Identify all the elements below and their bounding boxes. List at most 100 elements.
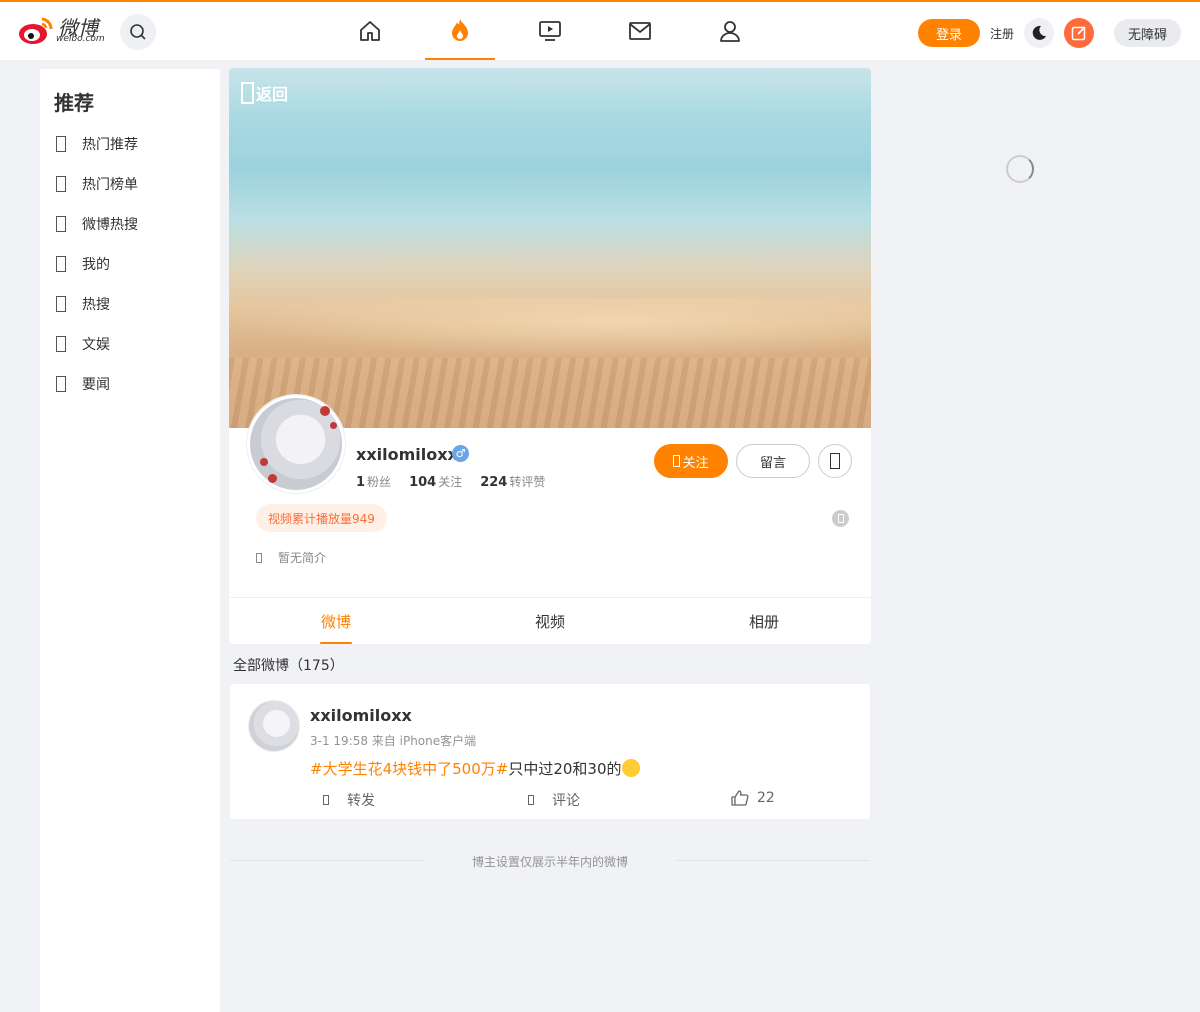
tab-album[interactable]: 相册 [657,598,871,644]
profile-icon [720,21,740,42]
nav-messages[interactable] [605,2,675,60]
news-icon [56,376,66,392]
nav-profile[interactable] [695,2,765,60]
post-username[interactable]: xxilomiloxx [310,706,412,725]
mail-icon [629,22,651,40]
hot-list-icon [56,176,66,192]
following-stat[interactable]: 104 关注 [409,473,462,490]
trending-icon [56,296,66,312]
follow-label: 关注 [682,455,709,471]
avatar-flower [320,406,330,416]
sidebar-item-entertainment[interactable]: 文娱 [54,330,204,358]
post-meta: 3-1 19:58 来自 iPhone客户端 [310,734,477,748]
repost-icon [323,795,329,805]
like-icon [731,790,749,806]
following-label: 关注 [438,475,463,489]
comment-icon [528,795,534,805]
avatar-flower [260,458,268,466]
followers-label: 粉丝 [367,475,392,489]
sidebar-item-label: 热搜 [82,297,110,313]
bio-text: 暂无简介 [278,551,327,565]
nav-home[interactable] [335,2,405,60]
sidebar-item-trending[interactable]: 热搜 [54,290,204,318]
like-count: 22 [757,790,775,806]
home-icon [360,21,380,41]
sidebar-item-hot-search[interactable]: 微博热搜 [54,210,204,238]
profile-tabs: 微博 视频 相册 [229,597,871,644]
video-icon [539,21,561,41]
follow-button[interactable]: 关注 [654,444,728,478]
moon-icon [1032,25,1046,40]
sidebar-item-mine[interactable]: 我的 [54,250,204,278]
info-icon[interactable] [832,510,849,527]
sidebar-item-label: 要闻 [82,377,110,393]
sidebar-item-label: 我的 [82,257,110,273]
profile-card: 返回 xxilomiloxx ♂ 1 粉丝 104 关注 224 转评赞 关注 留言 … [229,68,871,644]
avatar[interactable] [247,395,345,493]
search-icon [130,24,146,40]
profile-username: xxilomiloxx [356,445,458,464]
post-avatar[interactable] [248,700,300,752]
loading-spinner [1006,155,1034,183]
comment-button[interactable]: 评论 [528,790,580,810]
tab-weibo[interactable]: 微博 [229,598,443,644]
sidebar-item-hot-recommend[interactable]: 热门推荐 [54,130,204,158]
message-button[interactable]: 留言 [736,444,810,478]
register-link[interactable]: 注册 [990,25,1014,42]
nav-video[interactable] [515,2,585,60]
laugh-emoji-icon [621,759,640,777]
left-sidebar: 推荐 热门推荐 热门榜单 微博热搜 我的 热搜 文娱 要闻 [40,69,220,1012]
repost-button[interactable]: 转发 [323,790,375,810]
all-posts-label: 全部微博（175） [233,658,344,674]
following-count: 104 [409,475,437,490]
hot-search-icon [56,216,66,232]
interactions-label: 转评赞 [509,475,546,489]
accessibility-button[interactable]: 无障碍 [1114,19,1181,47]
mine-icon [56,256,66,272]
login-button[interactable]: 登录 [918,19,980,47]
profile-bio: 暂无简介 [256,549,326,566]
more-button[interactable] [818,444,852,478]
followers-stat[interactable]: 1 粉丝 [356,473,391,490]
dark-mode-button[interactable] [1024,18,1054,48]
divider [676,860,870,861]
avatar-flower [330,422,337,429]
followers-count: 1 [356,475,366,490]
tab-video[interactable]: 视频 [443,598,657,644]
post-text: #大学生花4块钱中了500万#只中过20和30的 [310,758,640,779]
info-glyph [837,514,844,523]
weibo-logo[interactable]: 微博 weibo.com [18,12,110,48]
like-button[interactable]: 22 [731,790,775,806]
sidebar-item-label: 微博热搜 [82,217,138,233]
nav-hot[interactable] [425,2,495,60]
search-button[interactable] [120,14,156,50]
post-topic-link[interactable]: #大学生花4块钱中了500万# [310,760,508,778]
comment-label: 评论 [552,793,580,809]
cover-sand-highlight [229,298,871,358]
more-icon [830,453,840,469]
bio-icon [256,552,262,563]
sidebar-item-label: 热门榜单 [82,177,138,193]
time-limit-note: 博主设置仅展示半年内的微博 [230,852,870,870]
sidebar-item-label: 热门推荐 [82,137,138,153]
entertainment-icon [56,336,66,352]
sidebar-item-news[interactable]: 要闻 [54,370,204,398]
hot-recommend-icon [56,136,66,152]
profile-stats: 1 粉丝 104 关注 224 转评赞 [356,473,563,490]
male-icon: ♂ [452,445,469,462]
logo-subtext: weibo.com [56,34,105,44]
sidebar-item-hot-list[interactable]: 热门榜单 [54,170,204,198]
video-views-tag: 视频累计播放量949 [256,504,387,532]
hot-icon [452,19,468,41]
post-card: xxilomiloxx 3-1 19:58 来自 iPhone客户端 #大学生花… [230,684,870,819]
interactions-stat: 224 转评赞 [480,473,545,490]
sidebar-item-label: 文娱 [82,337,110,353]
avatar-flower [268,474,277,483]
divider [230,860,424,861]
write-post-button[interactable] [1064,18,1094,48]
weibo-eye-icon [19,17,53,44]
back-button[interactable]: 返回 [241,81,288,105]
cover-image [229,68,871,428]
add-icon [673,455,681,467]
interactions-count: 224 [480,475,508,490]
